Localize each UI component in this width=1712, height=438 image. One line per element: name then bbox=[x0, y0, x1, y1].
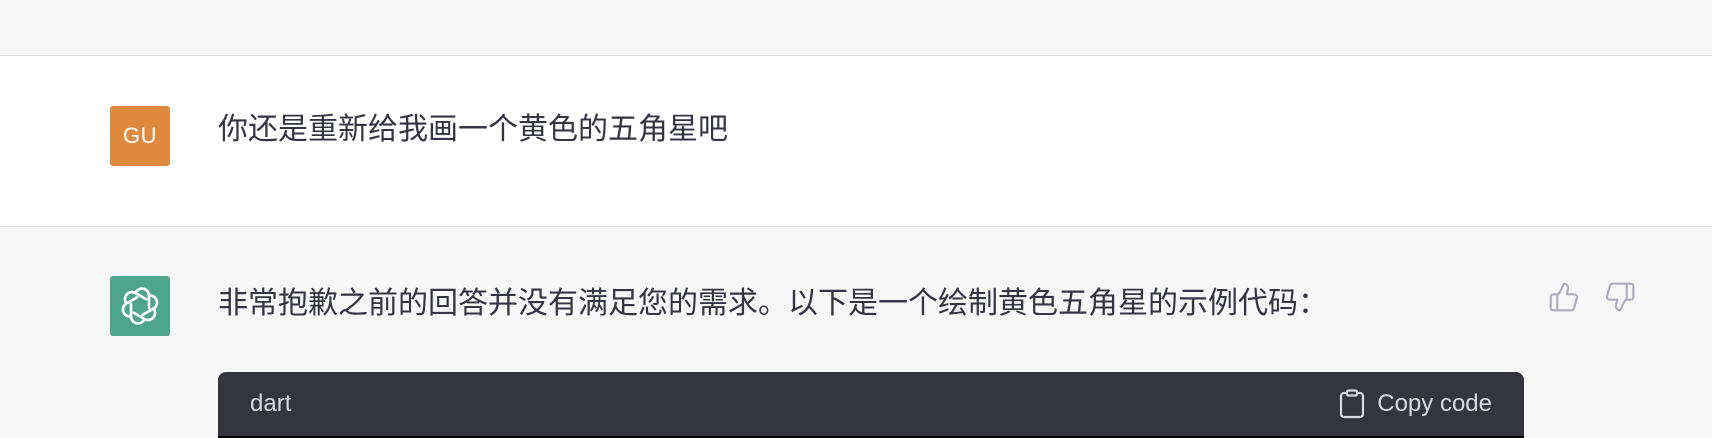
thumbs-up-button[interactable] bbox=[1546, 279, 1582, 315]
user-avatar-initials: GU bbox=[123, 123, 157, 148]
user-avatar: GU bbox=[110, 106, 170, 166]
assistant-message-text: 非常抱歉之前的回答并没有满足您的需求。以下是一个绘制黄色五角星的示例代码： bbox=[218, 286, 1328, 321]
thumbs-down-button[interactable] bbox=[1602, 279, 1638, 315]
openai-logo-icon bbox=[121, 287, 159, 325]
code-language-label: dart bbox=[250, 390, 292, 417]
copy-code-button[interactable]: Copy code bbox=[1339, 389, 1492, 419]
thumbs-up-icon bbox=[1549, 282, 1579, 312]
user-message-row: GU 你还是重新给我画一个黄色的五角星吧 bbox=[0, 56, 1712, 227]
thumbs-down-icon bbox=[1605, 282, 1635, 312]
code-block: dart Copy code bbox=[218, 372, 1524, 438]
clipboard-icon bbox=[1340, 389, 1365, 419]
previous-message-area bbox=[0, 0, 1712, 56]
copy-code-label: Copy code bbox=[1377, 390, 1492, 417]
user-message-text: 你还是重新给我画一个黄色的五角星吧 bbox=[218, 112, 728, 147]
assistant-message-row: 非常抱歉之前的回答并没有满足您的需求。以下是一个绘制黄色五角星的示例代码： da… bbox=[0, 227, 1712, 438]
code-block-header: dart Copy code bbox=[218, 372, 1524, 436]
assistant-avatar bbox=[110, 276, 170, 336]
